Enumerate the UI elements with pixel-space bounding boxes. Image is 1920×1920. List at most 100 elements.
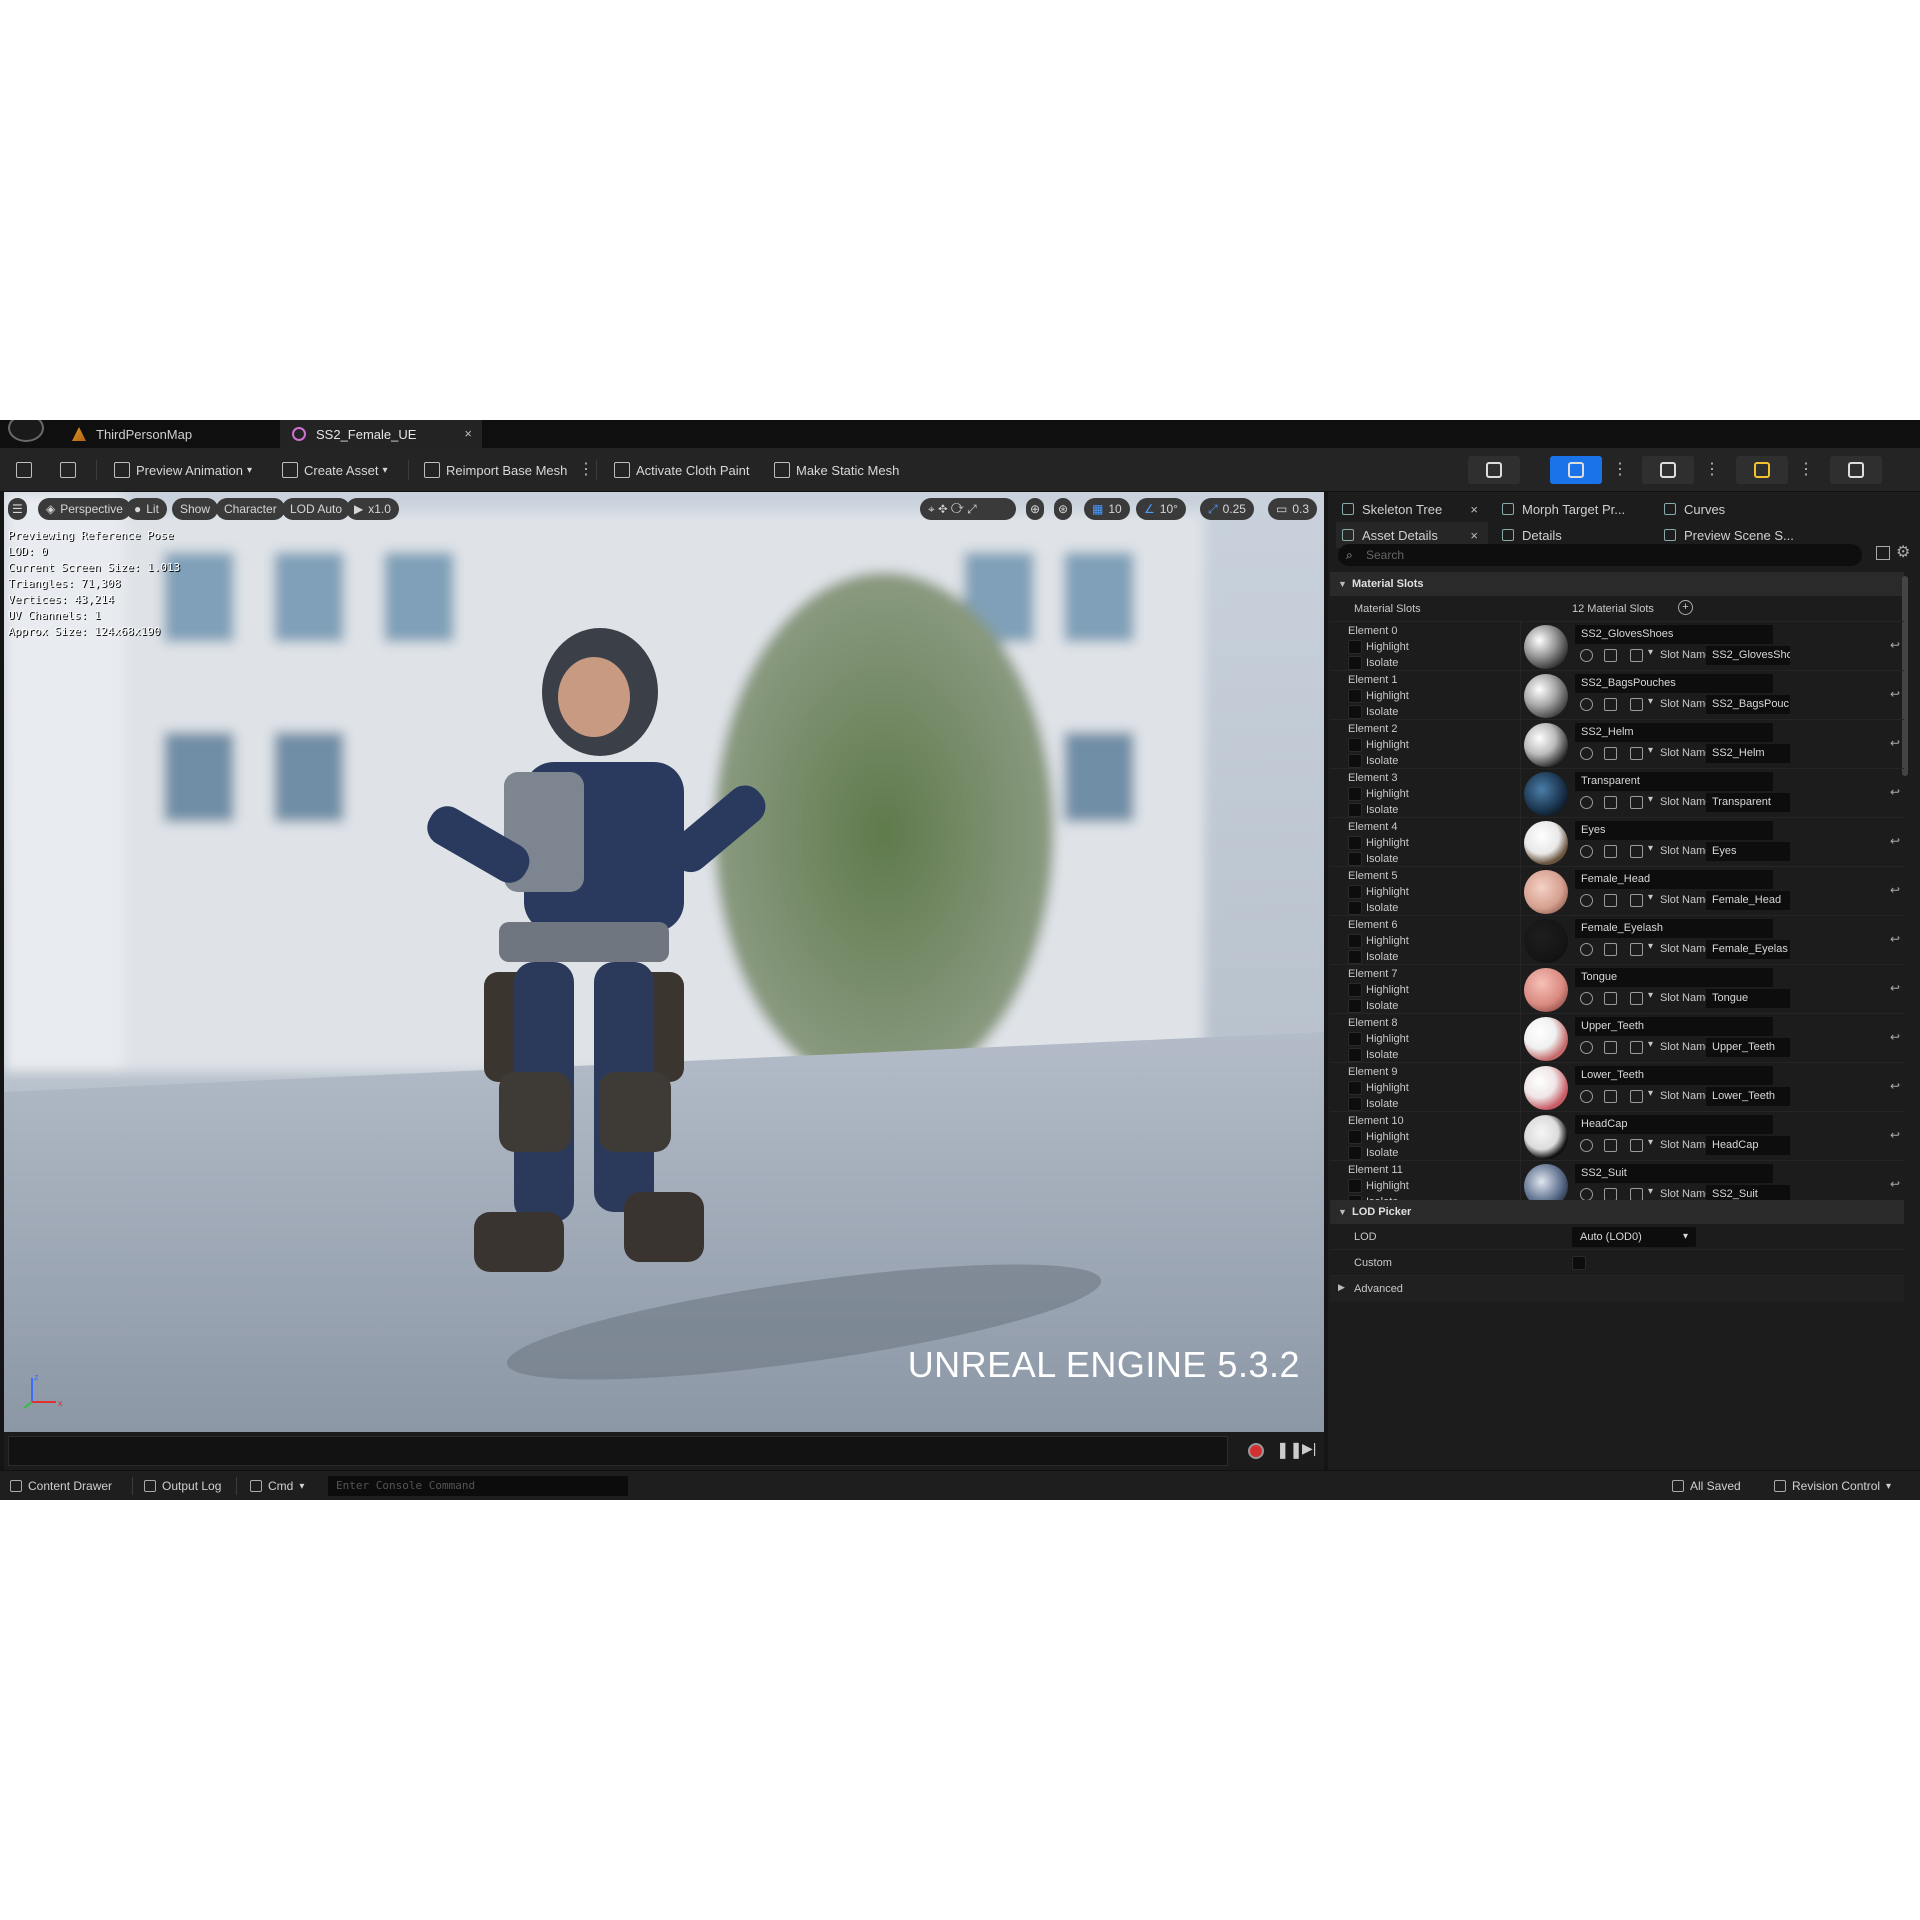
reset-arrow-icon[interactable]: ↩	[1890, 981, 1900, 995]
checkerboard-icon[interactable]	[1630, 943, 1643, 956]
slot-name-field[interactable]: Eyes	[1706, 842, 1790, 861]
search-input[interactable]: ⌕ Search	[1338, 544, 1862, 566]
use-selected-icon[interactable]	[1580, 1090, 1593, 1103]
browse-asset-icon[interactable]	[1604, 747, 1617, 760]
save-button[interactable]	[16, 448, 32, 492]
checkerboard-icon[interactable]	[1630, 1090, 1643, 1103]
tab-curves[interactable]: Curves	[1658, 496, 1798, 522]
isolate-checkbox[interactable]	[1348, 901, 1362, 915]
material-picker[interactable]: Tongue	[1575, 968, 1773, 987]
isolate-checkbox[interactable]	[1348, 999, 1362, 1013]
slot-name-field[interactable]: SS2_Helm	[1706, 744, 1790, 763]
material-picker[interactable]: Female_Head	[1575, 870, 1773, 889]
isolate-checkbox[interactable]	[1348, 803, 1362, 817]
slot-name-field[interactable]: Female_Eyelas	[1706, 940, 1790, 959]
checkerboard-icon[interactable]	[1630, 894, 1643, 907]
highlight-checkbox[interactable]	[1348, 738, 1362, 752]
transform-tools-group[interactable]: ⌖ ✥ ⟳ ⤢	[920, 498, 1016, 520]
browse-asset-icon[interactable]	[1604, 1041, 1617, 1054]
slot-name-field[interactable]: Tongue	[1706, 989, 1790, 1008]
use-selected-icon[interactable]	[1580, 992, 1593, 1005]
perspective-button[interactable]: ◈ Perspective	[38, 498, 131, 520]
isolate-checkbox[interactable]	[1348, 1097, 1362, 1111]
rotation-snap-button[interactable]: ∠ 10°	[1136, 498, 1186, 520]
custom-checkbox[interactable]	[1572, 1256, 1586, 1270]
lod-picker-section-header[interactable]: ▼ LOD Picker	[1330, 1200, 1904, 1224]
browse-asset-icon[interactable]	[1604, 992, 1617, 1005]
highlight-checkbox[interactable]	[1348, 787, 1362, 801]
browse-asset-icon[interactable]	[1604, 1090, 1617, 1103]
browse-button[interactable]	[60, 448, 76, 492]
settings-gear-icon[interactable]: ⚙	[1896, 542, 1910, 562]
camera-speed-button[interactable]: ▭ 0.3	[1268, 498, 1318, 520]
use-selected-icon[interactable]	[1580, 845, 1593, 858]
highlight-checkbox[interactable]	[1348, 1032, 1362, 1046]
more-options-icon[interactable]: ⋮	[1798, 460, 1814, 480]
use-selected-icon[interactable]	[1580, 796, 1593, 809]
content-drawer-button[interactable]: Content Drawer	[10, 1471, 112, 1500]
slot-name-field[interactable]: Female_Head	[1706, 891, 1790, 910]
reset-arrow-icon[interactable]: ↩	[1890, 785, 1900, 799]
create-asset-button[interactable]: Create Asset ▾	[282, 448, 387, 492]
revision-control-button[interactable]: Revision Control ▾	[1774, 1471, 1891, 1500]
mesh-mode-button[interactable]	[1550, 456, 1602, 484]
material-thumbnail[interactable]	[1524, 1115, 1568, 1159]
more-options-icon[interactable]: ⋮	[1612, 460, 1628, 480]
browse-asset-icon[interactable]	[1604, 943, 1617, 956]
animation-mode-button[interactable]	[1642, 456, 1694, 484]
skeleton-mode-button[interactable]	[1468, 456, 1520, 484]
highlight-checkbox[interactable]	[1348, 1179, 1362, 1193]
timeline-track[interactable]	[8, 1436, 1228, 1466]
step-forward-button[interactable]: ▶|	[1302, 1440, 1316, 1457]
isolate-checkbox[interactable]	[1348, 852, 1362, 866]
blueprint-mode-button[interactable]	[1736, 456, 1788, 484]
tab-ss2-female-ue[interactable]: SS2_Female_UE ×	[280, 420, 482, 448]
tab-third-person-map[interactable]: ThirdPersonMap	[60, 420, 278, 448]
preview-viewport[interactable]: ☰ ◈ Perspective ● Lit Show Character LOD A…	[4, 492, 1324, 1432]
highlight-checkbox[interactable]	[1348, 836, 1362, 850]
material-picker[interactable]: Eyes	[1575, 821, 1773, 840]
use-selected-icon[interactable]	[1580, 698, 1593, 711]
material-thumbnail[interactable]	[1524, 625, 1568, 669]
show-button[interactable]: Show	[172, 498, 219, 520]
material-picker[interactable]: Female_Eyelash	[1575, 919, 1773, 938]
browse-asset-icon[interactable]	[1604, 894, 1617, 907]
checkerboard-icon[interactable]	[1630, 992, 1643, 1005]
grid-snap-button[interactable]: ▦ 10	[1084, 498, 1130, 520]
material-picker[interactable]: Upper_Teeth	[1575, 1017, 1773, 1036]
table-view-icon[interactable]	[1876, 546, 1890, 560]
material-picker[interactable]: Transparent	[1575, 772, 1773, 791]
console-command-input[interactable]: Enter Console Command	[328, 1476, 628, 1496]
reset-arrow-icon[interactable]: ↩	[1890, 1177, 1900, 1191]
playback-speed-button[interactable]: ▶ x1.0	[346, 498, 399, 520]
browse-asset-icon[interactable]	[1604, 845, 1617, 858]
material-thumbnail[interactable]	[1524, 968, 1568, 1012]
use-selected-icon[interactable]	[1580, 747, 1593, 760]
reset-arrow-icon[interactable]: ↩	[1890, 932, 1900, 946]
slot-name-field[interactable]: Transparent	[1706, 793, 1790, 812]
material-thumbnail[interactable]	[1524, 772, 1568, 816]
slot-name-field[interactable]: SS2_BagsPouc	[1706, 695, 1790, 714]
use-selected-icon[interactable]	[1580, 1139, 1593, 1152]
scale-snap-button[interactable]: ⤢ 0.25	[1200, 498, 1254, 520]
browse-asset-icon[interactable]	[1604, 1139, 1617, 1152]
material-picker[interactable]: SS2_Suit	[1575, 1164, 1773, 1183]
isolate-checkbox[interactable]	[1348, 1048, 1362, 1062]
material-thumbnail[interactable]	[1524, 821, 1568, 865]
use-selected-icon[interactable]	[1580, 1041, 1593, 1054]
output-log-button[interactable]: Output Log	[144, 1471, 221, 1500]
all-saved-button[interactable]: All Saved	[1672, 1471, 1741, 1500]
tab-skeleton-tree[interactable]: Skeleton Tree ×	[1336, 496, 1488, 522]
use-selected-icon[interactable]	[1580, 943, 1593, 956]
checkerboard-icon[interactable]	[1630, 698, 1643, 711]
viewport-menu-button[interactable]: ☰	[8, 498, 27, 520]
highlight-checkbox[interactable]	[1348, 885, 1362, 899]
reset-arrow-icon[interactable]: ↩	[1890, 883, 1900, 897]
isolate-checkbox[interactable]	[1348, 656, 1362, 670]
slot-name-field[interactable]: Lower_Teeth	[1706, 1087, 1790, 1106]
highlight-checkbox[interactable]	[1348, 1081, 1362, 1095]
make-static-mesh-button[interactable]: Make Static Mesh	[774, 448, 899, 492]
checkerboard-icon[interactable]	[1630, 747, 1643, 760]
material-picker[interactable]: SS2_Helm	[1575, 723, 1773, 742]
material-thumbnail[interactable]	[1524, 919, 1568, 963]
